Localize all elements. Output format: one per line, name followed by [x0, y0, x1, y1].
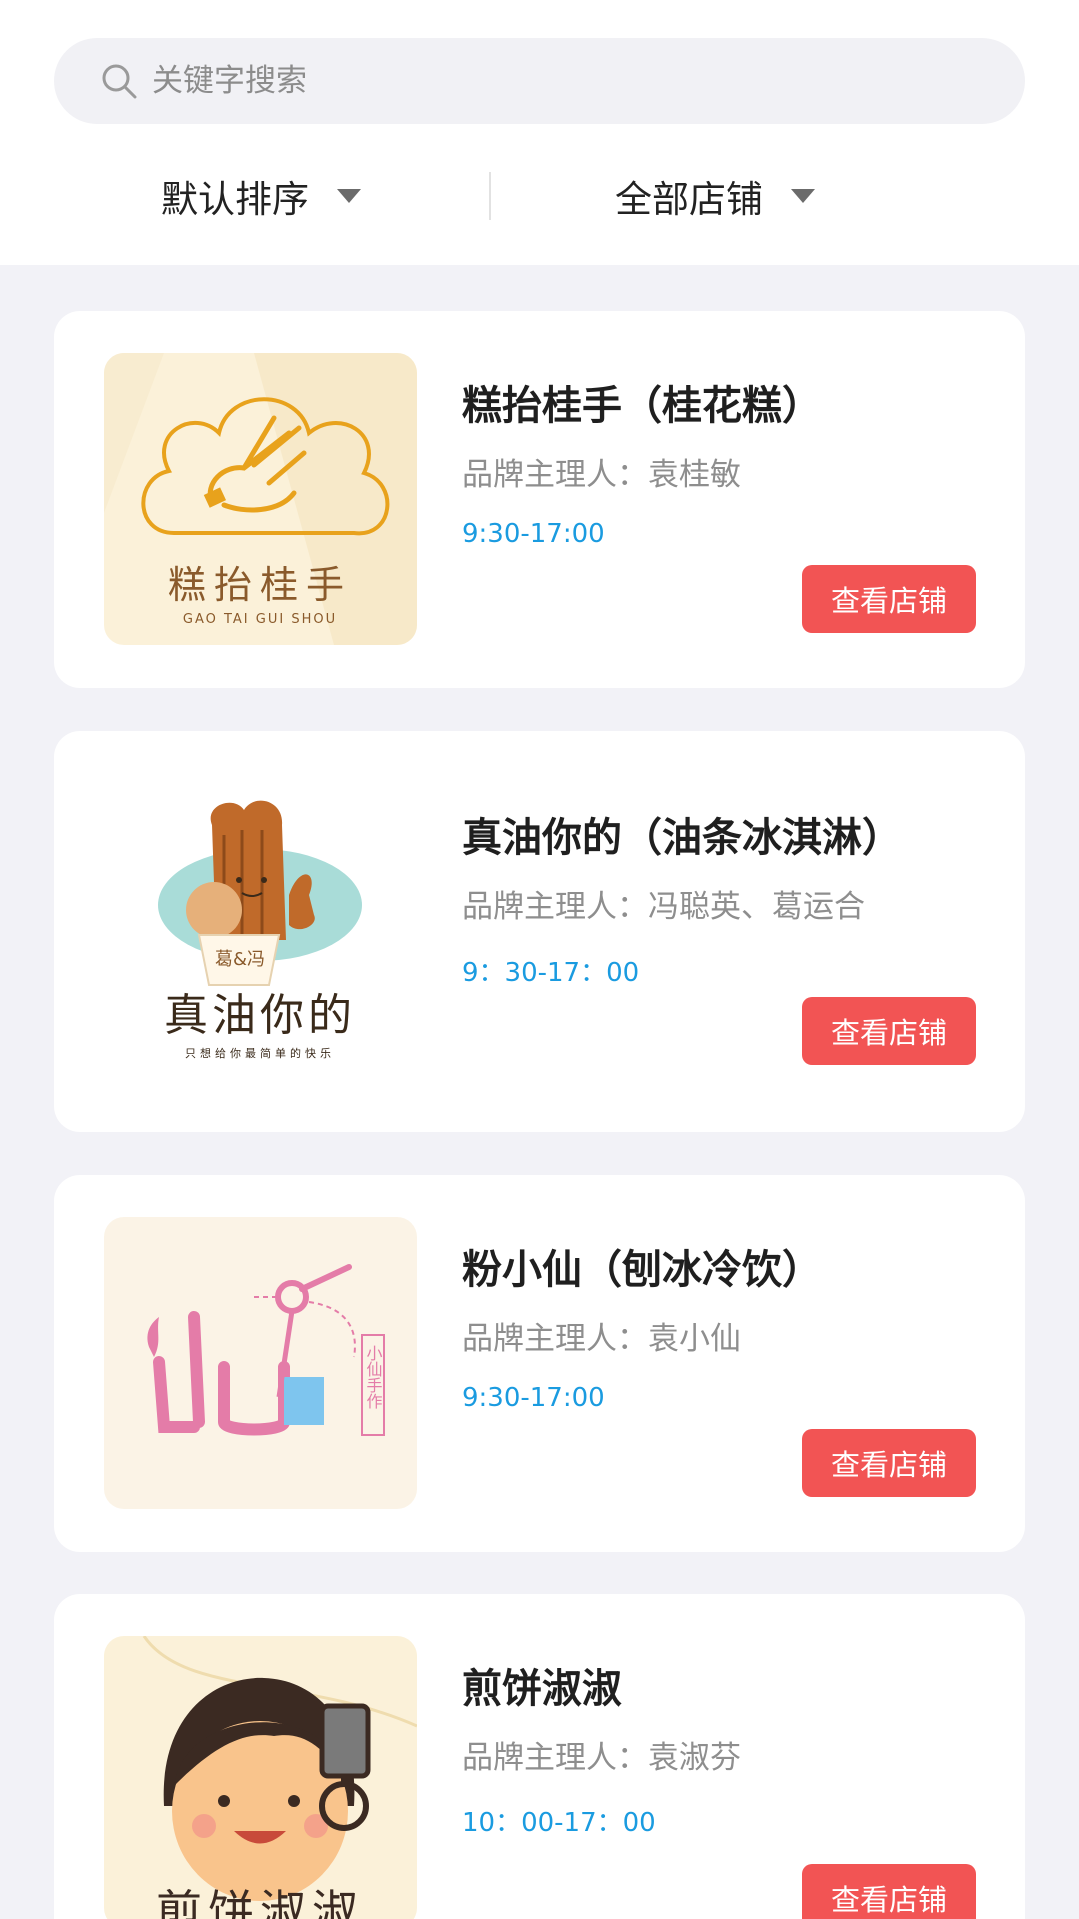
shop-card: 小仙手作 粉小仙（刨冰冷饮） 品牌主理人：袁小仙 9:30-17:00 查看店铺	[54, 1175, 1025, 1552]
svg-text:只想给你最简单的快乐: 只想给你最简单的快乐	[185, 1046, 335, 1060]
osmanthus-cake-logo-image: 糕抬桂手 GAO TAI GUI SHOU	[104, 353, 417, 645]
shop-logo[interactable]: 葛&冯 真油你的 只想给你最简单的快乐	[104, 785, 417, 1077]
shop-hours: 9:30-17:00	[462, 519, 605, 549]
shaved-ice-logo-image: 小仙手作	[104, 1217, 417, 1509]
shop-hours: 9：30-17：00	[462, 958, 640, 988]
shop-logo[interactable]: 小仙手作	[104, 1217, 417, 1509]
svg-text:煎饼淑淑: 煎饼淑淑	[156, 1885, 364, 1919]
owner-label: 品牌主理人：	[462, 457, 648, 493]
sort-dropdown[interactable]: 默认排序	[161, 160, 361, 232]
sort-label: 默认排序	[161, 178, 309, 221]
owner-name: 袁淑芬	[648, 1740, 741, 1776]
shop-logo[interactable]: 糕抬桂手 GAO TAI GUI SHOU	[104, 353, 417, 645]
shop-owner: 品牌主理人：袁桂敏	[462, 449, 741, 494]
shop-card: 葛&冯 真油你的 只想给你最简单的快乐 真油你的（油条冰淇淋） 品牌主理人：冯聪…	[54, 731, 1025, 1132]
shop-card: 煎饼淑淑 煎饼淑淑 品牌主理人：袁淑芬 10：00-17：00 查看店铺	[54, 1594, 1025, 1919]
shop-name: 粉小仙（刨冰冷饮）	[462, 1247, 822, 1293]
caret-down-icon	[337, 189, 361, 203]
shop-name: 糕抬桂手（桂花糕）	[462, 383, 822, 429]
shop-owner: 品牌主理人：袁小仙	[462, 1313, 741, 1358]
svg-text:真油你的: 真油你的	[164, 990, 356, 1041]
youtiao-icecream-logo-image: 葛&冯 真油你的 只想给你最简单的快乐	[104, 785, 417, 1077]
shop-card: 糕抬桂手 GAO TAI GUI SHOU 糕抬桂手（桂花糕） 品牌主理人：袁桂…	[54, 311, 1025, 688]
search-bar[interactable]	[54, 38, 1025, 124]
shop-hours: 9:30-17:00	[462, 1383, 605, 1413]
shop-owner: 品牌主理人：袁淑芬	[462, 1732, 741, 1777]
caret-down-icon	[791, 189, 815, 203]
header: 默认排序 全部店铺	[0, 0, 1079, 265]
view-shop-button[interactable]: 查看店铺	[802, 997, 976, 1065]
filter-divider	[489, 172, 491, 220]
shop-name: 煎饼淑淑	[462, 1666, 622, 1712]
owner-name: 冯聪英、葛运合	[648, 889, 865, 925]
shop-owner: 品牌主理人：冯聪英、葛运合	[462, 881, 865, 926]
owner-label: 品牌主理人：	[462, 1740, 648, 1776]
shop-filter-label: 全部店铺	[615, 178, 763, 221]
owner-label: 品牌主理人：	[462, 889, 648, 925]
shop-logo[interactable]: 煎饼淑淑	[104, 1636, 417, 1919]
owner-name: 袁桂敏	[648, 457, 741, 493]
owner-name: 袁小仙	[648, 1321, 741, 1357]
svg-text:葛&冯: 葛&冯	[215, 949, 265, 970]
shop-list-page: 默认排序 全部店铺 糕抬桂手 GAO TAI GUI SHOU 糕抬桂	[0, 0, 1079, 1919]
view-shop-button[interactable]: 查看店铺	[802, 1429, 976, 1497]
view-shop-button[interactable]: 查看店铺	[802, 1864, 976, 1919]
svg-text:小仙手作: 小仙手作	[364, 1345, 383, 1409]
filter-bar: 默认排序 全部店铺	[0, 160, 1079, 232]
search-input[interactable]	[152, 38, 972, 124]
svg-text:GAO TAI GUI SHOU: GAO TAI GUI SHOU	[183, 612, 337, 627]
shop-filter-dropdown[interactable]: 全部店铺	[615, 160, 815, 232]
shop-hours: 10：00-17：00	[462, 1808, 656, 1838]
shop-name: 真油你的（油条冰淇淋）	[462, 815, 902, 861]
view-shop-button[interactable]: 查看店铺	[802, 565, 976, 633]
search-icon	[102, 64, 137, 99]
pancake-logo-image: 煎饼淑淑	[104, 1636, 417, 1919]
owner-label: 品牌主理人：	[462, 1321, 648, 1357]
svg-text:糕抬桂手: 糕抬桂手	[168, 563, 352, 607]
